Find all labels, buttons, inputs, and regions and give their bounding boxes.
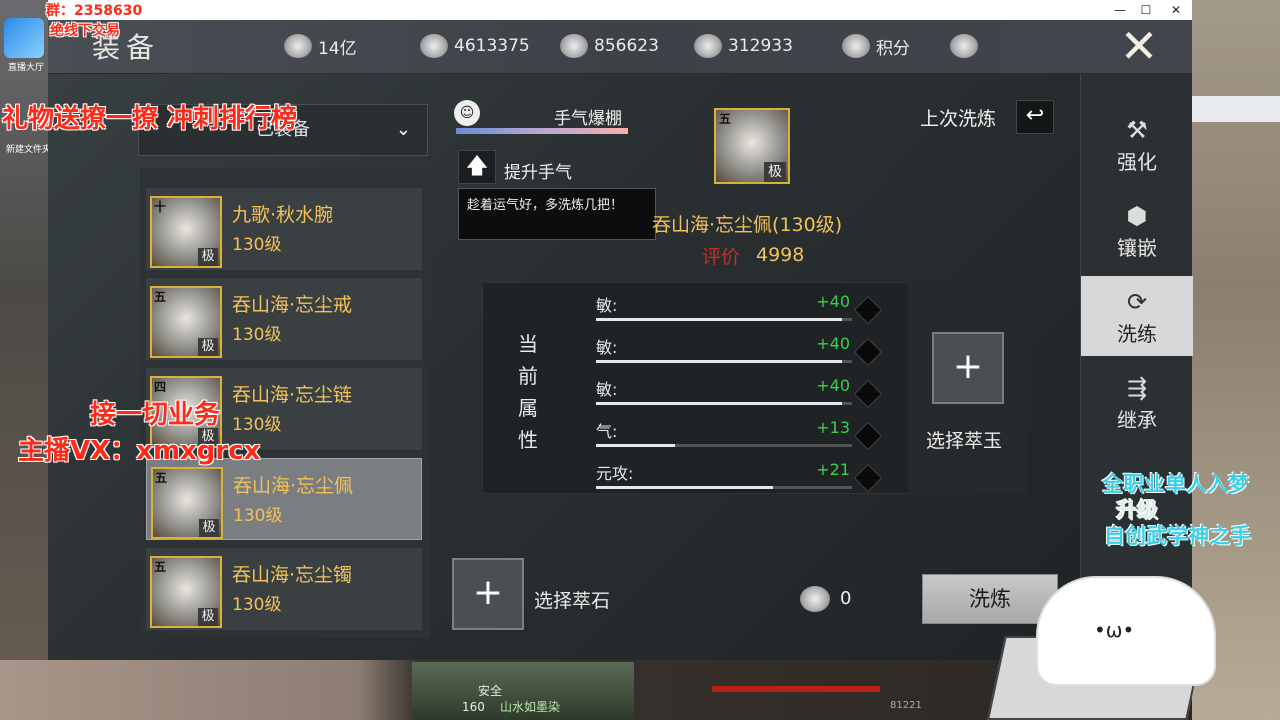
currency-points[interactable]: 积分 xyxy=(842,32,910,60)
gem-icon: ⬢ xyxy=(1126,202,1148,230)
tab-enhance[interactable]: ⚒ 强化 xyxy=(1081,104,1193,184)
live-hall-desktop-icon[interactable] xyxy=(4,18,44,58)
refresh-icon: ⟳ xyxy=(1126,288,1148,316)
selected-pendant-icon: 五极 xyxy=(714,108,790,184)
tab-inherit[interactable]: ⇶ 继承 xyxy=(1081,362,1193,442)
overlay-right-3: 自创武学神之手 xyxy=(1104,524,1251,548)
equipment-list-item-selected[interactable]: 五极 吞山海·忘尘佩 130级 xyxy=(146,458,422,540)
pendant-icon: 五极 xyxy=(151,467,223,539)
browser-toolbar-fragment xyxy=(1192,96,1280,122)
close-icon[interactable]: ✕ xyxy=(1112,20,1166,72)
select-jade-button[interactable]: + xyxy=(932,332,1004,404)
item-name: 九歌·秋水腕 xyxy=(232,204,334,226)
currency-bowl: 312933 xyxy=(694,32,793,60)
currency-jade: 856623 xyxy=(560,32,659,60)
safe-zone-label: 安全 xyxy=(478,684,503,698)
tab-inlay[interactable]: ⬢ 镶嵌 xyxy=(1081,190,1193,270)
chevron-down-icon: ⌄ xyxy=(395,119,411,140)
item-level: 130级 xyxy=(232,235,282,255)
select-stone-button[interactable]: + xyxy=(452,558,524,630)
bracer-icon: 十极 xyxy=(150,196,222,268)
hp-bar xyxy=(712,686,880,692)
silver-ingot-icon xyxy=(420,34,448,58)
selected-item-name: 吞山海·忘尘佩(130级) xyxy=(652,214,843,236)
gear-icon xyxy=(950,34,978,58)
bangle-icon: 五极 xyxy=(150,556,222,628)
attribute-row: 敏: +40 xyxy=(596,376,883,412)
window-titlebar: — ☐ ✕ xyxy=(48,0,1192,20)
bongo-cat-overlay: •ω• xyxy=(987,566,1224,720)
luck-status: 手气爆棚 xyxy=(554,109,622,129)
attribute-row: 敏: +40 xyxy=(596,334,883,370)
cat-face: •ω• xyxy=(1094,618,1135,642)
window-close-button[interactable]: ✕ xyxy=(1160,0,1192,20)
shield-points-icon xyxy=(842,34,870,58)
item-level: 130级 xyxy=(233,506,283,526)
select-jade-label: 选择萃玉 xyxy=(926,430,1003,452)
desktop-label-live-hall: 直播大厅 xyxy=(8,63,45,73)
item-level: 130级 xyxy=(232,595,282,615)
attribute-row: 敏: +40 xyxy=(596,292,883,328)
location-name: 山水如墨染 xyxy=(500,700,561,714)
score-label: 评价 xyxy=(702,246,741,268)
hammer-icon: ⚒ xyxy=(1126,116,1148,144)
coin-icon xyxy=(800,586,830,612)
ring-icon: 五极 xyxy=(150,286,222,358)
score-value: 4998 xyxy=(756,244,805,266)
item-level: 130级 xyxy=(232,325,282,345)
settings-gear[interactable] xyxy=(950,32,978,60)
bowl-icon xyxy=(694,34,722,58)
inherit-icon: ⇶ xyxy=(1126,374,1148,402)
coin-icon xyxy=(284,34,312,58)
item-name: 吞山海·忘尘戒 xyxy=(232,294,353,316)
overlay-business: 接一切业务 xyxy=(90,400,221,430)
luck-face-icon: ☺ xyxy=(454,100,480,126)
luck-meter xyxy=(456,128,628,134)
equipment-list-item[interactable]: 十极 九歌·秋水腕 130级 xyxy=(146,188,422,270)
boost-luck-label: 提升手气 xyxy=(504,163,572,183)
jade-icon xyxy=(560,34,588,58)
item-name: 吞山海·忘尘镯 xyxy=(232,564,353,586)
overlay-offline-trade: 绝线下交易 xyxy=(50,23,120,39)
select-stone-label: 选择萃石 xyxy=(534,590,611,612)
equipment-list-item[interactable]: 五极 吞山海·忘尘镯 130级 xyxy=(146,548,422,630)
attributes-caption: 当前属性 xyxy=(518,332,538,452)
player-level: 160 xyxy=(462,700,485,714)
overlay-qq-group: 群：2358630 xyxy=(46,3,143,19)
undo-arrow-icon[interactable]: ↩ xyxy=(1016,100,1054,134)
item-name: 吞山海·忘尘佩 xyxy=(233,475,354,497)
equipment-list-item[interactable]: 五极 吞山海·忘尘戒 130级 xyxy=(146,278,422,360)
arrow-up-icon[interactable]: 🡅 xyxy=(458,150,496,184)
luck-tooltip: 趁着运气好，多洗炼几把！ xyxy=(458,188,656,240)
overlay-gift-banner: 礼物送撩一撩 冲刺排行榜 xyxy=(2,104,298,134)
hud-number: 81221 xyxy=(890,700,922,711)
tab-refine[interactable]: ⟳ 洗练 xyxy=(1081,276,1193,356)
attribute-row: 元攻: +21 xyxy=(596,460,883,496)
item-name: 吞山海·忘尘链 xyxy=(232,384,353,406)
currency-silver: 4613375 xyxy=(420,32,530,60)
maximize-button[interactable]: ☐ xyxy=(1130,0,1162,20)
attribute-row: 气: +13 xyxy=(596,418,883,454)
refine-cost: 0 xyxy=(840,588,852,609)
currency-coins: 14亿 xyxy=(284,32,357,60)
desktop-label-new-folder: 新建文件夹 xyxy=(6,145,52,155)
last-refine-label: 上次洗炼 xyxy=(920,108,997,130)
overlay-vx: 主播VX：xmxgrcx xyxy=(18,436,261,466)
